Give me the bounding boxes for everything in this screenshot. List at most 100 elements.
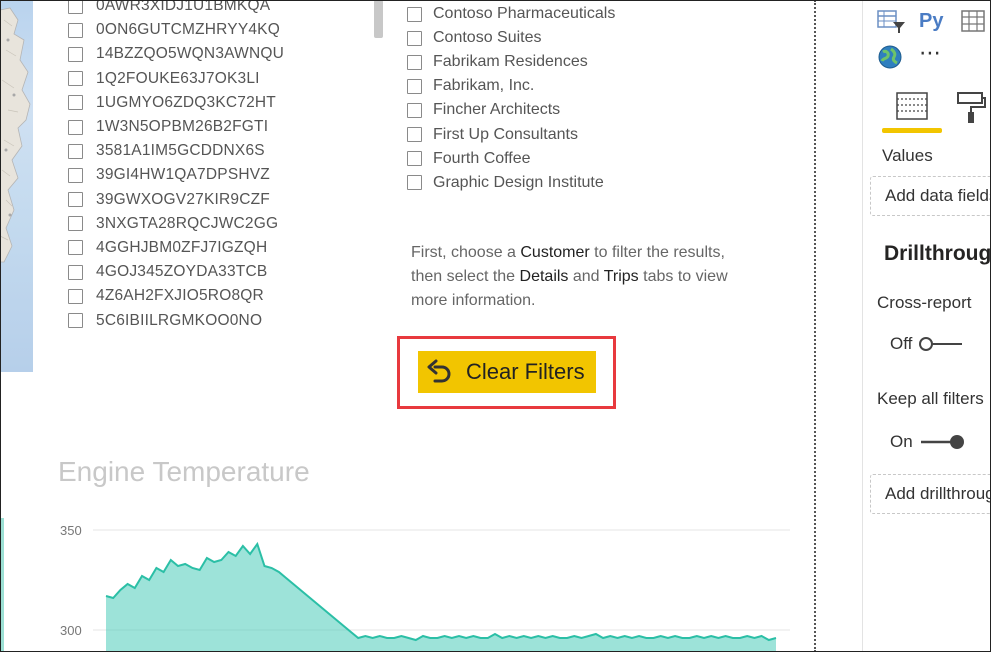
slicer-item[interactable]: 4Z6AH2FXJIO5RO8QR bbox=[68, 284, 358, 308]
checkbox[interactable] bbox=[68, 313, 83, 329]
toggle-on-icon bbox=[920, 435, 964, 449]
keep-all-filters-label: Keep all filters bbox=[877, 389, 984, 408]
trips-keyword: Trips bbox=[603, 268, 639, 285]
slicer-item[interactable]: 0AWR3XIDJ1U1BMKQA bbox=[68, 0, 358, 18]
toggle-off-icon bbox=[919, 337, 963, 351]
checkbox[interactable] bbox=[68, 288, 83, 304]
slicer-item-label: 4GGHJBM0ZFJ7IGZQH bbox=[96, 238, 268, 256]
clear-filters-button[interactable]: Clear Filters bbox=[418, 351, 596, 393]
customer-slicer: Contoso Pharmaceuticals Contoso Suites F… bbox=[407, 2, 687, 195]
checkbox[interactable] bbox=[407, 6, 422, 22]
slicer-item[interactable]: 3581A1IM5GCDDNX6S bbox=[68, 139, 358, 163]
slicer-item[interactable]: Fincher Architects bbox=[407, 98, 687, 122]
slicer-item-label: Fincher Architects bbox=[433, 101, 561, 119]
checkbox[interactable] bbox=[407, 127, 422, 143]
table-icon[interactable] bbox=[961, 10, 985, 39]
slicer-item[interactable]: 39GWXOGV27KIR9CZF bbox=[68, 188, 358, 212]
engine-temperature-chart[interactable]: 350 300 bbox=[0, 500, 800, 652]
keep-all-filters-state: On bbox=[890, 432, 913, 451]
slicer-item-label: Fabrikam, Inc. bbox=[433, 77, 535, 95]
slicer-item-label: 1Q2FOUKE63J7OK3LI bbox=[96, 69, 260, 87]
slicer-item[interactable]: First Up Consultants bbox=[407, 122, 687, 146]
slicer-item[interactable]: 1UGMYO6ZDQ3KC72HT bbox=[68, 91, 358, 115]
details-keyword: Details bbox=[519, 268, 569, 285]
keep-all-filters-toggle[interactable]: On bbox=[890, 432, 965, 452]
checkbox[interactable] bbox=[407, 175, 422, 191]
slicer-item[interactable]: Graphic Design Institute bbox=[407, 171, 687, 195]
slicer-item-label: Contoso Suites bbox=[433, 29, 542, 47]
checkbox[interactable] bbox=[407, 30, 422, 46]
slicer-item-label: Fourth Coffee bbox=[433, 149, 531, 167]
slicer-item[interactable]: 1Q2FOUKE63J7OK3LI bbox=[68, 67, 358, 91]
checkbox[interactable] bbox=[407, 151, 422, 167]
slicer-item-label: 0ON6GUTCMZHRYY4KQ bbox=[96, 21, 280, 39]
drillthrough-heading: Drillthrough bbox=[884, 242, 991, 265]
values-label: Values bbox=[882, 146, 933, 165]
more-options-icon[interactable]: ⋯ bbox=[919, 40, 942, 66]
slicer-item-label: 39GI4HW1QA7DPSHVZ bbox=[96, 166, 270, 184]
customer-keyword: Customer bbox=[520, 244, 590, 261]
checkbox[interactable] bbox=[68, 264, 83, 280]
undo-arrow-icon bbox=[424, 357, 454, 387]
slicer-item[interactable]: 5C6IBIILRGMKOO0NO bbox=[68, 308, 358, 332]
checkbox[interactable] bbox=[68, 46, 83, 62]
slicer-item-label: 14BZZQO5WQN3AWNQU bbox=[96, 45, 284, 63]
checkbox[interactable] bbox=[68, 240, 83, 256]
slicer-item-label: 3581A1IM5GCDDNX6S bbox=[96, 142, 265, 160]
slicer-item[interactable]: 4GOJ345ZOYDA33TCB bbox=[68, 260, 358, 284]
slicer-item-label: 3NXGTA28RQCJWC2GG bbox=[96, 214, 279, 232]
checkbox[interactable] bbox=[68, 192, 83, 208]
clear-filters-label: Clear Filters bbox=[466, 359, 585, 384]
slicer-item-label: 1UGMYO6ZDQ3KC72HT bbox=[96, 93, 276, 111]
slicer-item-label: First Up Consultants bbox=[433, 125, 578, 143]
slicer-item[interactable]: 14BZZQO5WQN3AWNQU bbox=[68, 42, 358, 66]
checkbox[interactable] bbox=[68, 143, 83, 159]
slicer-item[interactable]: Fabrikam Residences bbox=[407, 50, 687, 74]
slicer-item[interactable]: Fabrikam, Inc. bbox=[407, 74, 687, 98]
checkbox[interactable] bbox=[68, 119, 83, 135]
slicer-item[interactable]: Contoso Pharmaceuticals bbox=[407, 2, 687, 26]
slicer-item[interactable]: 1W3N5OPBM26B2FGTI bbox=[68, 115, 358, 139]
globe-icon[interactable] bbox=[877, 44, 903, 75]
slicer-item[interactable]: 3NXGTA28RQCJWC2GG bbox=[68, 212, 358, 236]
slicer-item-label: Contoso Pharmaceuticals bbox=[433, 5, 616, 23]
checkbox[interactable] bbox=[68, 0, 83, 14]
checkbox[interactable] bbox=[407, 78, 422, 94]
map-visual[interactable] bbox=[0, 0, 33, 372]
slicer-item-label: Graphic Design Institute bbox=[433, 173, 604, 191]
instructions-part: and bbox=[568, 268, 604, 285]
drillthrough-field-well[interactable]: Add drillthrough fields here bbox=[870, 474, 991, 514]
checkbox[interactable] bbox=[68, 216, 83, 232]
values-field-well[interactable]: Add data fields here bbox=[870, 176, 991, 216]
slicer-item-label: 39GWXOGV27KIR9CZF bbox=[96, 190, 270, 208]
slicer-item[interactable]: 39GI4HW1QA7DPSHVZ bbox=[68, 163, 358, 187]
format-paint-icon[interactable] bbox=[956, 90, 986, 129]
y-tick-label-300: 300 bbox=[60, 623, 82, 638]
slicer-item[interactable]: 4GGHJBM0ZFJ7IGZQH bbox=[68, 236, 358, 260]
instructions-part: First, choose a bbox=[411, 244, 521, 261]
checkbox[interactable] bbox=[407, 102, 422, 118]
checkbox[interactable] bbox=[68, 71, 83, 87]
cross-report-toggle[interactable]: Off bbox=[890, 334, 964, 354]
slicer-item[interactable]: Contoso Suites bbox=[407, 26, 687, 50]
active-tab-indicator bbox=[882, 128, 942, 133]
checkbox[interactable] bbox=[68, 95, 83, 111]
python-visual-icon[interactable]: Py bbox=[919, 10, 943, 33]
checkbox[interactable] bbox=[68, 22, 83, 38]
table-filter-icon[interactable] bbox=[877, 10, 907, 39]
canvas-boundary bbox=[814, 0, 816, 652]
slicer-item[interactable]: Fourth Coffee bbox=[407, 147, 687, 171]
slicer-scrollbar[interactable] bbox=[374, 0, 383, 38]
slicer-item-label: 1W3N5OPBM26B2FGTI bbox=[96, 118, 269, 136]
fields-tab-icon[interactable] bbox=[895, 90, 929, 127]
slicer-item-label: 4Z6AH2FXJIO5RO8QR bbox=[96, 287, 264, 305]
slicer-item-label: 5C6IBIILRGMKOO0NO bbox=[96, 311, 263, 329]
instructions-text: First, choose a Customer to filter the r… bbox=[411, 241, 741, 313]
checkbox[interactable] bbox=[68, 167, 83, 183]
cross-report-label: Cross-report bbox=[877, 293, 972, 312]
slicer-item-label: Fabrikam Residences bbox=[433, 53, 588, 71]
slicer-item[interactable]: 0ON6GUTCMZHRYY4KQ bbox=[68, 18, 358, 42]
chart-title: Engine Temperature bbox=[58, 456, 310, 487]
slicer-item-label: 0AWR3XIDJ1U1BMKQA bbox=[96, 0, 271, 15]
checkbox[interactable] bbox=[407, 54, 422, 70]
